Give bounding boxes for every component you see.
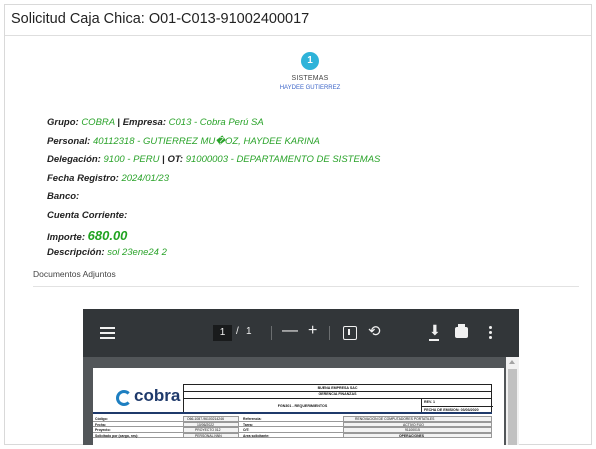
doc-department: GERENCIA FINANZAS xyxy=(318,392,357,396)
zoom-out-button[interactable]: — xyxy=(282,322,298,340)
detail-importe: Importe: 680.00 xyxy=(47,228,380,247)
detail-fecha: Fecha Registro: 2024/01/23 xyxy=(47,173,380,192)
cuenta-label: Cuenta Corriente: xyxy=(47,209,128,221)
delegacion-label: Delegación: xyxy=(47,154,101,165)
download-icon-base xyxy=(429,339,439,341)
pdf-toolbar: 1 / 1 — + ⟲ ⬇ xyxy=(83,309,519,357)
importe-value: 680.00 xyxy=(87,228,128,243)
step-indicator: 1 xyxy=(301,52,319,70)
divider xyxy=(271,326,272,340)
detail-grupo-empresa: Grupo: COBRA | Empresa: C013 - Cobra Per… xyxy=(47,117,380,136)
fecha-value: 2024/01/23 xyxy=(121,172,169,184)
separator: | xyxy=(162,154,165,165)
detail-delegacion-ot: Delegación: 9100 - PERU | OT: 91000003 -… xyxy=(47,154,380,173)
descripcion-label: Descripción: xyxy=(47,246,105,258)
fecha-label: Fecha Registro: xyxy=(47,172,119,184)
ot-value: 91000003 - DEPARTAMENTO DE SISTEMAS xyxy=(185,154,381,165)
doc-table: Código: O66-1087-96100214246 Referencia:… xyxy=(93,416,492,438)
grupo-label: Grupo: xyxy=(47,117,79,128)
cobra-logo: cobra xyxy=(134,386,181,405)
personal-value: 40112318 - GUTIERREZ MU�OZ, HAYDEE KARIN… xyxy=(92,135,320,147)
table-row: Solicitado por (cargo, nrs): PERSONAL.NN… xyxy=(93,432,492,438)
document-header: BUENA EMPRESA SAC GERENCIA FINANZAS FGN3… xyxy=(183,384,493,414)
divider xyxy=(33,286,579,287)
print-icon[interactable] xyxy=(455,324,468,338)
descripcion-value: sol 23ene24 2 xyxy=(107,246,167,258)
page-separator: / xyxy=(236,326,239,337)
scroll-up-icon[interactable] xyxy=(509,360,515,364)
separator: | xyxy=(117,117,121,128)
step-user: HAYDEE GUTIERREZ xyxy=(279,85,341,91)
divider xyxy=(329,326,330,340)
menu-icon[interactable] xyxy=(100,327,115,339)
cobra-logo-icon xyxy=(116,390,132,406)
page-total: 1 xyxy=(246,326,252,337)
approval-stepper: 1 SISTEMAS HAYDEE GUTIERREZ xyxy=(255,52,365,91)
doc-rev: REV. 1 xyxy=(424,400,436,404)
ot-label: OT: xyxy=(167,154,184,165)
page-number-input[interactable]: 1 xyxy=(213,325,232,341)
importe-label: Importe: xyxy=(47,232,85,243)
zoom-in-button[interactable]: + xyxy=(308,322,317,340)
download-icon[interactable]: ⬇ xyxy=(429,322,441,339)
pdf-scrollbar[interactable] xyxy=(506,357,519,445)
delegacion-value: 9100 - PERU xyxy=(103,154,160,165)
empresa-label: Empresa: xyxy=(122,117,167,128)
doc-separator xyxy=(93,412,492,414)
detail-descripcion: Descripción: sol 23ene24 2 xyxy=(47,247,380,266)
attachments-heading: Documentos Adjuntos xyxy=(33,269,116,279)
personal-label: Personal: xyxy=(47,135,91,147)
fit-page-icon[interactable] xyxy=(343,326,357,340)
rotate-icon[interactable]: ⟲ xyxy=(368,322,381,340)
empresa-value: C013 - Cobra Perú SA xyxy=(168,117,264,128)
page-title: Solicitud Caja Chica: O01-C013-910024000… xyxy=(5,5,591,36)
more-options-icon[interactable] xyxy=(489,326,492,340)
step-label: SISTEMAS xyxy=(291,75,329,82)
detail-cuenta: Cuenta Corriente: xyxy=(47,210,380,229)
banco-label: Banco: xyxy=(47,191,80,202)
scroll-thumb[interactable] xyxy=(508,369,517,445)
doc-form-title: FGN301 - REQUERIMIENTOS xyxy=(277,404,328,408)
pdf-viewer[interactable]: 1 / 1 — + ⟲ ⬇ cobra BUENA EMPRESA SAC GE… xyxy=(83,309,519,445)
detail-banco: Banco: xyxy=(47,191,380,210)
detail-personal: Personal: 40112318 - GUTIERREZ MU�OZ, HA… xyxy=(47,136,380,155)
request-details: Grupo: COBRA | Empresa: C013 - Cobra Per… xyxy=(47,117,380,265)
doc-company: BUENA EMPRESA SAC xyxy=(317,386,358,390)
grupo-value: COBRA xyxy=(81,117,115,128)
pdf-page: cobra BUENA EMPRESA SAC GERENCIA FINANZA… xyxy=(93,368,504,445)
